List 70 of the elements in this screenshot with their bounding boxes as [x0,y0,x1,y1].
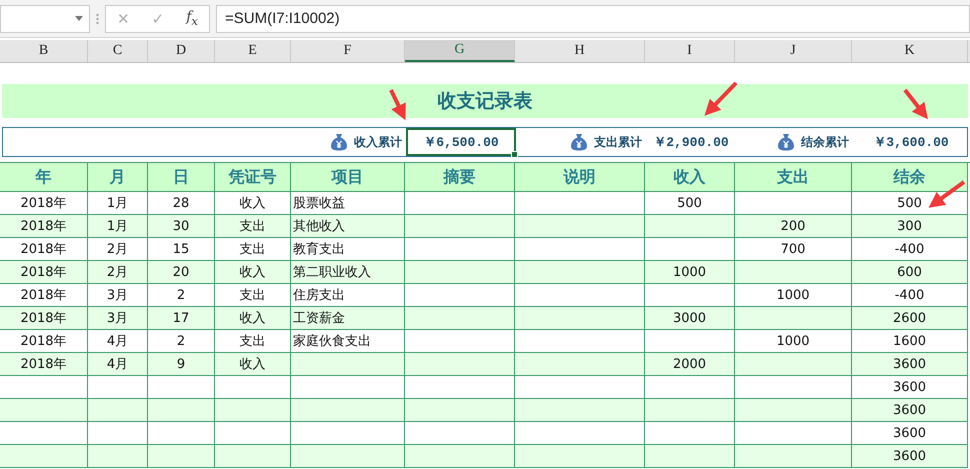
table-cell: 支出 [215,215,291,238]
table-cell: 600 [852,261,968,284]
annotation-arrow [704,82,738,116]
table-cell: 收入 [215,261,291,284]
table-cell [88,445,148,468]
column-header[interactable]: C [88,40,148,62]
column-header[interactable]: D [148,40,215,62]
table-cell: 3月 [88,307,148,330]
table-cell: 300 [852,215,968,238]
table-cell: 收入 [215,307,291,330]
table-cell: 2018年 [0,353,88,376]
table-cell: 17 [148,307,215,330]
annotation-arrow [928,180,966,208]
summary-label: 支出累计 [594,134,642,150]
column-heading: 收入 [645,163,735,192]
column-header[interactable]: E [215,40,291,62]
column-header[interactable]: B [0,40,88,62]
table-cell [148,399,215,422]
column-header[interactable]: G [405,40,515,62]
table-cell: 2月 [88,261,148,284]
table-cell: 3000 [645,307,735,330]
annotation-arrow [903,88,928,120]
table-cell: 3600 [852,399,968,422]
table-cell: 30 [148,215,215,238]
insert-function-button[interactable]: f$_{x}$ [186,9,198,28]
summary-value[interactable]: ￥2,900.00 [646,128,736,156]
column-header[interactable]: I [645,40,735,62]
table-cell: 工资薪金 [291,307,405,330]
table-cell: 3600 [852,353,968,376]
table-cell: 第二职业收入 [291,261,405,284]
table-cell [148,445,215,468]
table-cell: 1000 [645,261,735,284]
column-header[interactable]: J [735,40,852,62]
dropdown-caret-icon[interactable] [75,16,83,21]
column-heading: 支出 [735,163,852,192]
table-cell: 3600 [852,445,968,468]
column-header[interactable]: H [515,40,645,62]
summary-label: 结余累计 [801,134,849,150]
sheet-title: 收支记录表 [2,84,968,118]
table-cell: 4月 [88,353,148,376]
annotation-arrow [389,89,406,120]
table-cell: 9 [148,353,215,376]
table-cell: 2018年 [0,261,88,284]
summary-value[interactable]: ￥3,600.00 [853,128,969,156]
table-cell: 200 [735,215,852,238]
column-heading: 项目 [291,163,405,192]
table-cell: 20 [148,261,215,284]
column-heading: 月 [88,163,148,192]
column-heading: 凭证号 [215,163,291,192]
column-heading: 日 [148,163,215,192]
money-bag-icon [330,133,348,151]
summary-label: 收入累计 [354,134,402,150]
table-cell: 其他收入 [291,215,405,238]
table-cell: 1月 [88,215,148,238]
formula-field[interactable]: =SUM(I7:I10002) [216,4,970,32]
table-cell: 2600 [852,307,968,330]
column-heading: 说明 [515,163,645,192]
drag-handle-icon[interactable] [96,12,99,24]
table-cell: 2018年 [0,307,88,330]
column-heading: 摘要 [405,163,515,192]
column-heading: 结余 [852,163,968,192]
table-cell: 收入 [215,353,291,376]
column-header[interactable]: K [852,40,968,62]
summary-value[interactable]: ￥6,500.00 [406,128,516,156]
column-heading: 年 [0,163,88,192]
table-cell: 2000 [645,353,735,376]
money-bag-icon [777,133,795,151]
table-cell: 2018年 [0,215,88,238]
money-bag-icon [570,133,588,151]
table-cell [88,399,148,422]
